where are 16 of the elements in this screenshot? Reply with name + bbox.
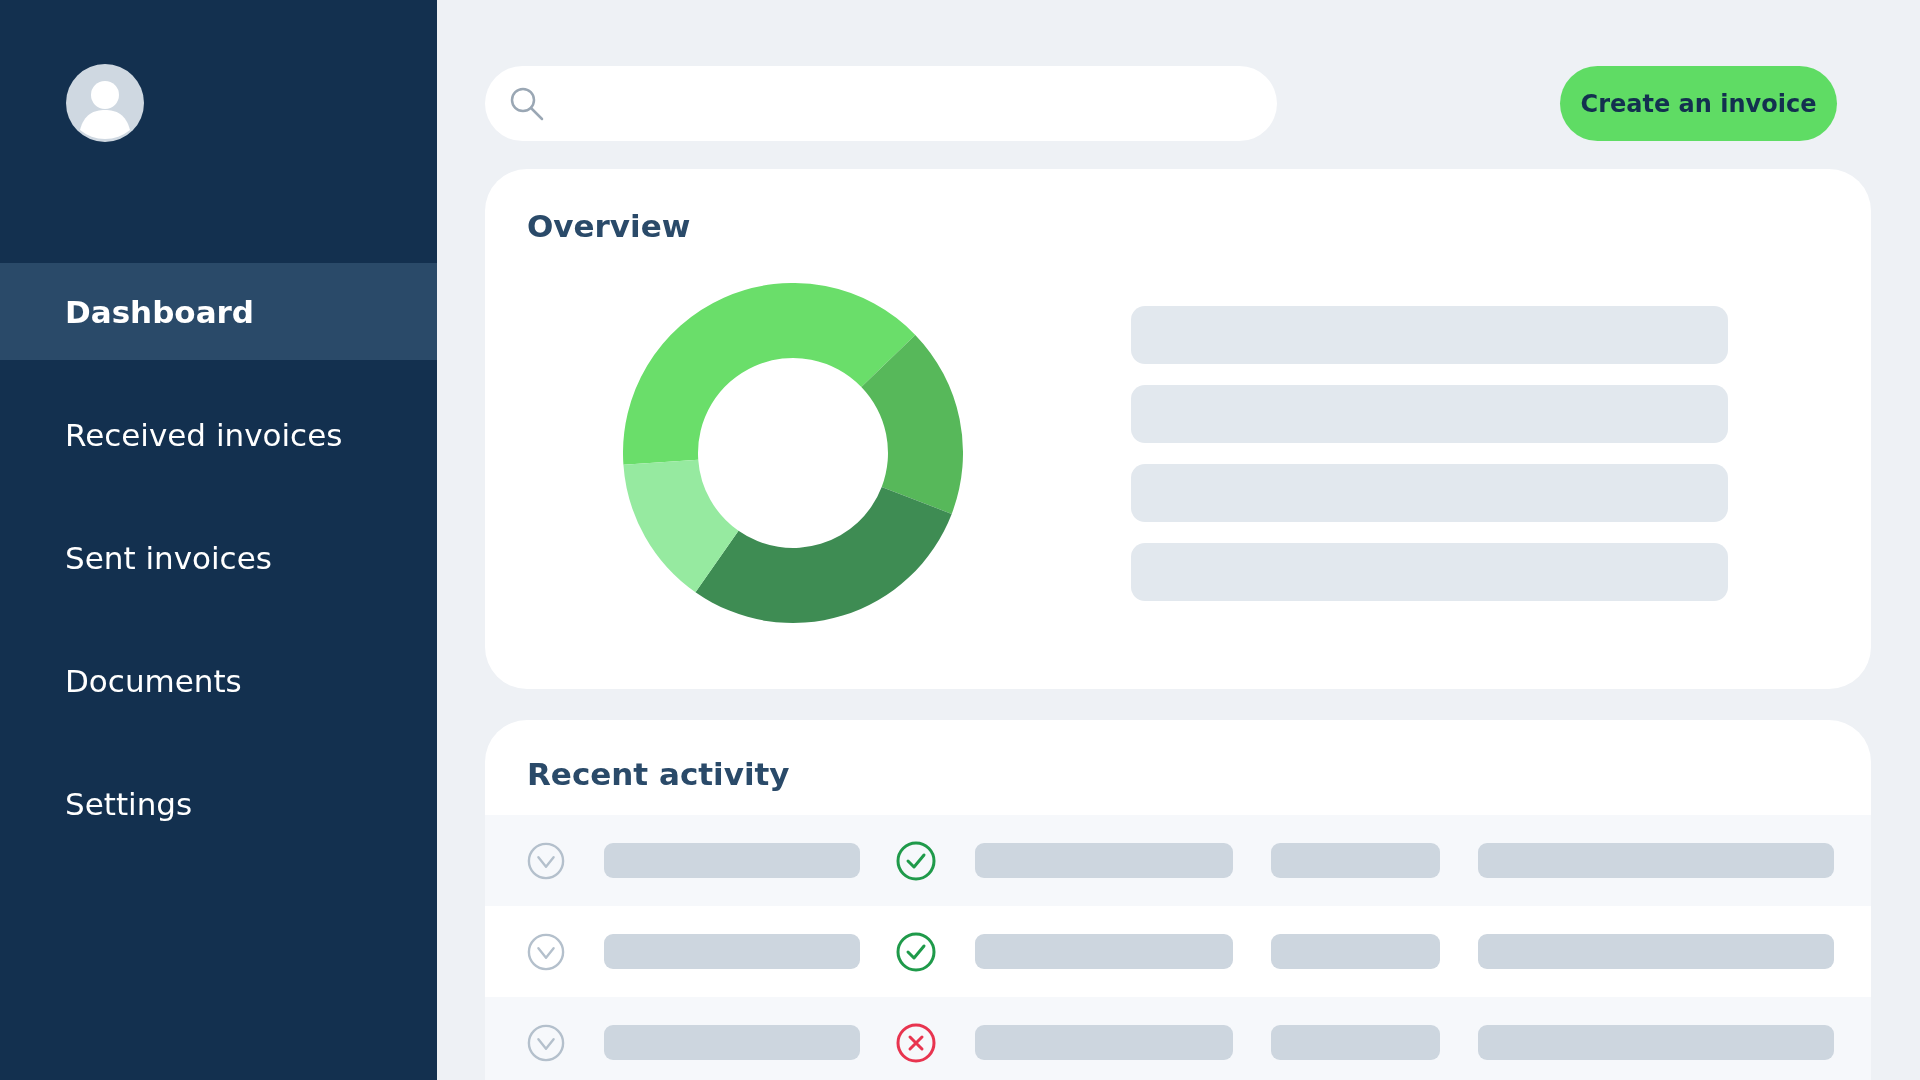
sidebar-item[interactable]: Sent invoices [0, 509, 437, 606]
check-circle-icon [896, 840, 936, 881]
x-circle-icon [896, 1022, 936, 1063]
create-invoice-button[interactable]: Create an invoice [1560, 66, 1837, 141]
sidebar-item[interactable]: Settings [0, 755, 437, 852]
chevron-down-icon[interactable] [527, 841, 565, 880]
overview-title: Overview [527, 207, 691, 246]
chevron-down-icon[interactable] [527, 932, 565, 971]
recent-activity-title: Recent activity [527, 755, 790, 794]
avatar-icon[interactable] [66, 64, 144, 142]
sidebar-item[interactable]: Dashboard [0, 263, 437, 360]
check-circle-icon [896, 931, 936, 972]
sidebar-item[interactable]: Received invoices [0, 386, 437, 483]
chevron-down-icon[interactable] [527, 1023, 565, 1062]
sidebar-item[interactable]: Documents [0, 632, 437, 729]
search-icon [509, 85, 545, 122]
